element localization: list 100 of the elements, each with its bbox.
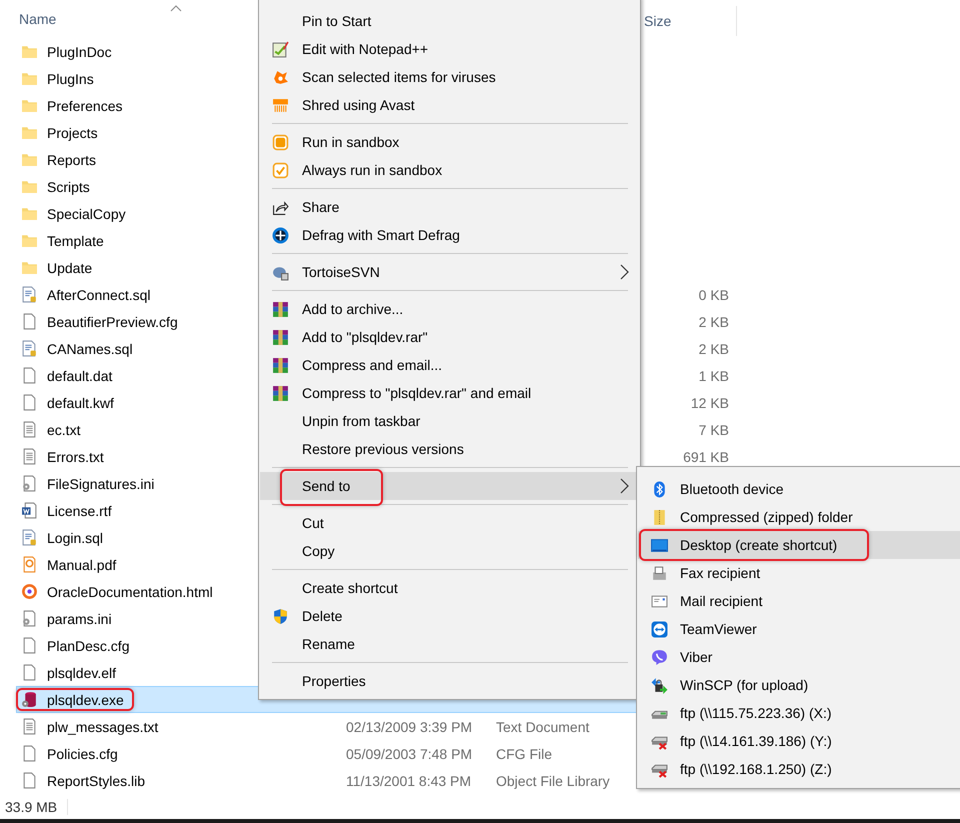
file-icon: [21, 745, 38, 762]
file-type: Object File Library: [496, 772, 611, 788]
menu-item[interactable]: Restore previous versions: [260, 435, 639, 463]
folder-icon: [21, 43, 38, 60]
file-icon: [21, 664, 38, 681]
browser-icon: [21, 583, 38, 600]
text-file-icon: [21, 421, 38, 438]
menu-item[interactable]: Unpin from taskbar: [260, 407, 639, 435]
menu-item[interactable]: Delete: [260, 602, 639, 630]
file-name: Update: [47, 260, 92, 276]
archive-books-icon: [272, 328, 289, 346]
file-icon: [21, 367, 38, 384]
menu-item[interactable]: Fax recipient: [638, 559, 960, 587]
pdf-file-icon: [21, 556, 38, 573]
file-name: License.rtf: [47, 502, 112, 518]
file-size: 12 KB: [690, 394, 730, 410]
date-modified: 05/09/2003 7:48 PM: [346, 746, 474, 762]
file-name: Projects: [47, 124, 98, 140]
file-type: CFG File: [496, 746, 553, 762]
menu-item[interactable]: Properties: [260, 667, 639, 695]
file-name: Login.sql: [47, 530, 104, 546]
notepad-icon: [272, 40, 289, 58]
menu-item[interactable]: Scan selected items for viruses: [260, 63, 639, 91]
file-icon: [21, 313, 38, 330]
file-name: PlugInDoc: [47, 44, 112, 60]
file-name: Manual.pdf: [47, 556, 116, 572]
text-file-icon: [21, 718, 38, 735]
menu-item[interactable]: Shred using Avast: [260, 91, 639, 119]
document-icon: [21, 502, 38, 519]
menu-item[interactable]: Edit with Notepad++: [260, 35, 639, 63]
sandbox-icon: [272, 134, 289, 150]
folder-icon: [21, 259, 38, 276]
menu-item[interactable]: Run in sandbox: [260, 128, 639, 156]
menu-item[interactable]: Compress and email...: [260, 351, 639, 379]
settings-file-icon: [21, 475, 38, 492]
file-name: FileSignatures.ini: [47, 476, 154, 492]
script-file-icon: [21, 286, 38, 303]
menu-item[interactable]: TortoiseSVN: [260, 258, 639, 286]
folder-icon: [21, 232, 38, 249]
file-name: Template: [47, 232, 104, 248]
menu-item[interactable]: ftp (\\115.75.223.36) (X:): [638, 699, 960, 727]
file-name: AfterConnect.sql: [47, 286, 150, 302]
menu-item[interactable]: Create shortcut: [260, 574, 639, 602]
file-name: plsqldev.exe: [47, 692, 124, 708]
zip-folder-icon: [651, 508, 668, 526]
folder-icon: [21, 151, 38, 168]
settings-file-icon: [21, 610, 38, 627]
file-name: OracleDocumentation.html: [47, 584, 213, 600]
menu-item[interactable]: Pin to Start: [260, 7, 639, 35]
script-file-icon: [21, 340, 38, 357]
menu-item[interactable]: Desktop (create shortcut): [638, 531, 960, 559]
file-name: Errors.txt: [47, 448, 104, 464]
menu-item[interactable]: Cut: [260, 509, 639, 537]
file-name: Policies.cfg: [47, 746, 118, 762]
file-size: 0 KB: [698, 286, 730, 302]
shredder-icon: [272, 96, 289, 114]
teamviewer-icon: [651, 620, 668, 638]
menu-item[interactable]: Copy: [260, 537, 639, 565]
menu-item[interactable]: ftp (\\14.161.39.186) (Y:): [638, 727, 960, 755]
file-icon: [21, 772, 38, 789]
fax-icon: [651, 564, 668, 582]
date-modified: 02/13/2009 3:39 PM: [346, 718, 474, 734]
menu-item[interactable]: TeamViewer: [638, 615, 960, 643]
menu-item[interactable]: WinSCP (for upload): [638, 671, 960, 699]
viber-icon: [651, 648, 668, 666]
file-icon: [21, 637, 38, 654]
file-name: default.kwf: [47, 394, 114, 410]
folder-icon: [21, 178, 38, 195]
file-name: PlanDesc.cfg: [47, 638, 130, 654]
menu-item[interactable]: Share: [260, 193, 639, 221]
archive-books-icon: [272, 356, 289, 374]
status-text: 33.9 MB: [0, 798, 68, 814]
menu-item[interactable]: Add to "plsqldev.rar": [260, 323, 639, 351]
database-gear-icon: [21, 691, 38, 708]
folder-icon: [21, 124, 38, 141]
menu-item[interactable]: ftp (\\192.168.1.250) (Z:): [638, 755, 960, 783]
menu-item[interactable]: Send to: [260, 472, 639, 500]
archive-books-icon: [272, 384, 289, 402]
folder-icon: [21, 205, 38, 222]
menu-item[interactable]: Viber: [638, 643, 960, 671]
file-name: CANames.sql: [47, 340, 133, 356]
file-name: params.ini: [47, 610, 112, 626]
file-size: 2 KB: [698, 314, 730, 330]
menu-item[interactable]: Defrag with Smart Defrag: [260, 221, 639, 249]
menu-item[interactable]: Bluetooth device: [638, 475, 960, 503]
file-name: PlugIns: [47, 70, 94, 86]
menu-item[interactable]: Mail recipient: [638, 587, 960, 615]
menu-item[interactable]: Always run in sandbox: [260, 156, 639, 184]
menu-item[interactable]: Compress to "plsqldev.rar" and email: [260, 379, 639, 407]
file-name: plsqldev.elf: [47, 664, 116, 680]
file-size: 691 KB: [682, 448, 730, 464]
shield-icon: [272, 608, 289, 624]
menu-item[interactable]: Compressed (zipped) folder: [638, 503, 960, 531]
bluetooth-icon: [651, 480, 668, 498]
date-modified: 11/13/2001 8:43 PM: [346, 772, 472, 788]
sandbox-check-icon: [272, 162, 289, 178]
menu-item[interactable]: Add to archive...: [260, 295, 639, 323]
file-size: 2 KB: [698, 340, 730, 356]
script-file-icon: [21, 529, 38, 546]
menu-item[interactable]: Rename: [260, 630, 639, 658]
